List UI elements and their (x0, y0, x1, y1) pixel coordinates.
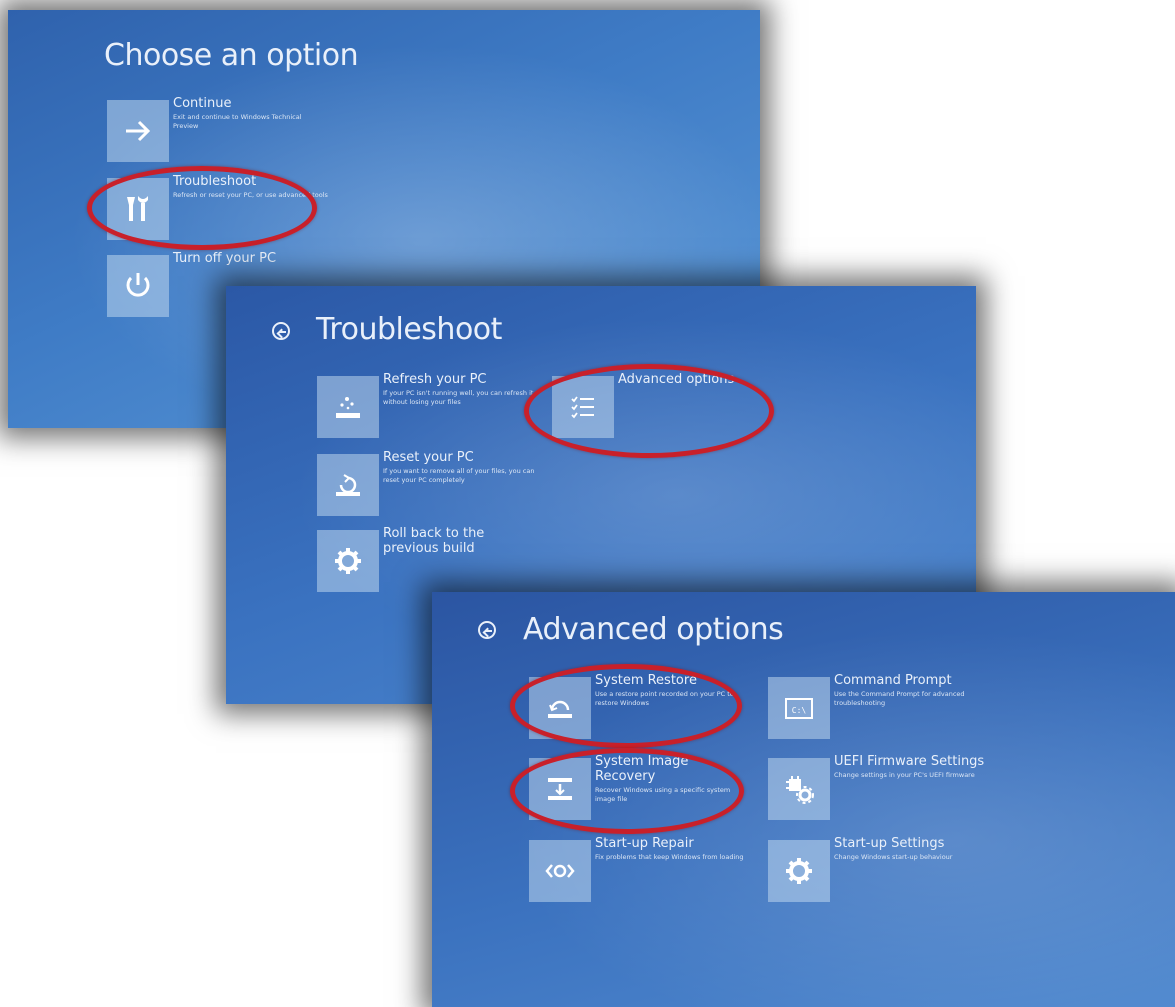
option-roll-back[interactable]: Roll back to the previous build (317, 526, 493, 592)
option-description: Use the Command Prompt for advanced trou… (834, 690, 965, 707)
option-system-restore[interactable]: System Restore Use a restore point recor… (529, 673, 750, 739)
reset-pc-icon (317, 454, 379, 516)
option-system-image-recovery[interactable]: System Image Recovery Recover Windows us… (529, 754, 750, 820)
option-title: System Restore (595, 673, 697, 688)
option-title: UEFI Firmware Settings (834, 754, 985, 769)
option-continue[interactable]: Continue Exit and continue to Windows Te… (107, 96, 328, 162)
tools-icon (107, 178, 169, 240)
system-restore-icon (529, 677, 591, 739)
option-title: Refresh your PC (383, 372, 487, 387)
option-title: Turn off your PC (173, 251, 277, 266)
option-description: Fix problems that keep Windows from load… (595, 853, 744, 861)
page-title: Advanced options (523, 612, 784, 647)
checklist-icon (552, 376, 614, 438)
page-title: Troubleshoot (316, 312, 502, 347)
option-refresh-pc[interactable]: Refresh your PC If your PC isn't running… (317, 372, 538, 438)
startup-repair-icon (529, 840, 591, 902)
back-arrow-icon[interactable] (478, 621, 496, 639)
option-description: Exit and continue to Windows Technical P… (173, 113, 302, 130)
option-description: Use a restore point recorded on your PC … (595, 690, 734, 707)
uefi-firmware-icon (768, 758, 830, 820)
option-troubleshoot[interactable]: Troubleshoot Refresh or reset your PC, o… (107, 174, 328, 240)
power-icon (107, 255, 169, 317)
svg-text:C:\: C:\ (792, 706, 807, 715)
advanced-options-screen: Advanced options System Restore Use a re… (432, 592, 1175, 1007)
option-description: If your PC isn't running well, you can r… (383, 389, 534, 406)
option-title: Start-up Repair (595, 836, 694, 851)
option-title: Continue (173, 96, 232, 111)
option-title: Command Prompt (834, 673, 952, 688)
option-description: Refresh or reset your PC, or use advance… (173, 191, 328, 199)
gear-icon (317, 530, 379, 592)
arrow-right-icon (107, 100, 169, 162)
refresh-pc-icon (317, 376, 379, 438)
option-description: Change Windows start-up behaviour (834, 853, 953, 861)
option-title: Reset your PC (383, 450, 474, 465)
command-prompt-icon: C:\ (768, 677, 830, 739)
option-description: Recover Windows using a specific system … (595, 786, 731, 803)
option-startup-settings[interactable]: Start-up Settings Change Windows start-u… (768, 836, 989, 902)
option-uefi-firmware-settings[interactable]: UEFI Firmware Settings Change settings i… (768, 754, 989, 820)
image-recovery-icon (529, 758, 591, 820)
page-title: Choose an option (104, 38, 359, 73)
option-description: If you want to remove all of your files,… (383, 467, 535, 484)
option-command-prompt[interactable]: C:\ Command Prompt Use the Command Promp… (768, 673, 989, 739)
option-title: Roll back to the previous build (383, 526, 485, 556)
option-advanced-options[interactable]: Advanced options (552, 372, 748, 438)
option-startup-repair[interactable]: Start-up Repair Fix problems that keep W… (529, 836, 750, 902)
option-reset-pc[interactable]: Reset your PC If you want to remove all … (317, 450, 538, 516)
option-title: Troubleshoot (173, 174, 257, 189)
gear-icon (768, 840, 830, 902)
option-title: Advanced options (618, 372, 735, 387)
back-arrow-icon[interactable] (272, 322, 290, 340)
option-title: System Image Recovery (595, 754, 689, 784)
option-title: Start-up Settings (834, 836, 945, 851)
option-description: Change settings in your PC's UEFI firmwa… (834, 771, 975, 779)
